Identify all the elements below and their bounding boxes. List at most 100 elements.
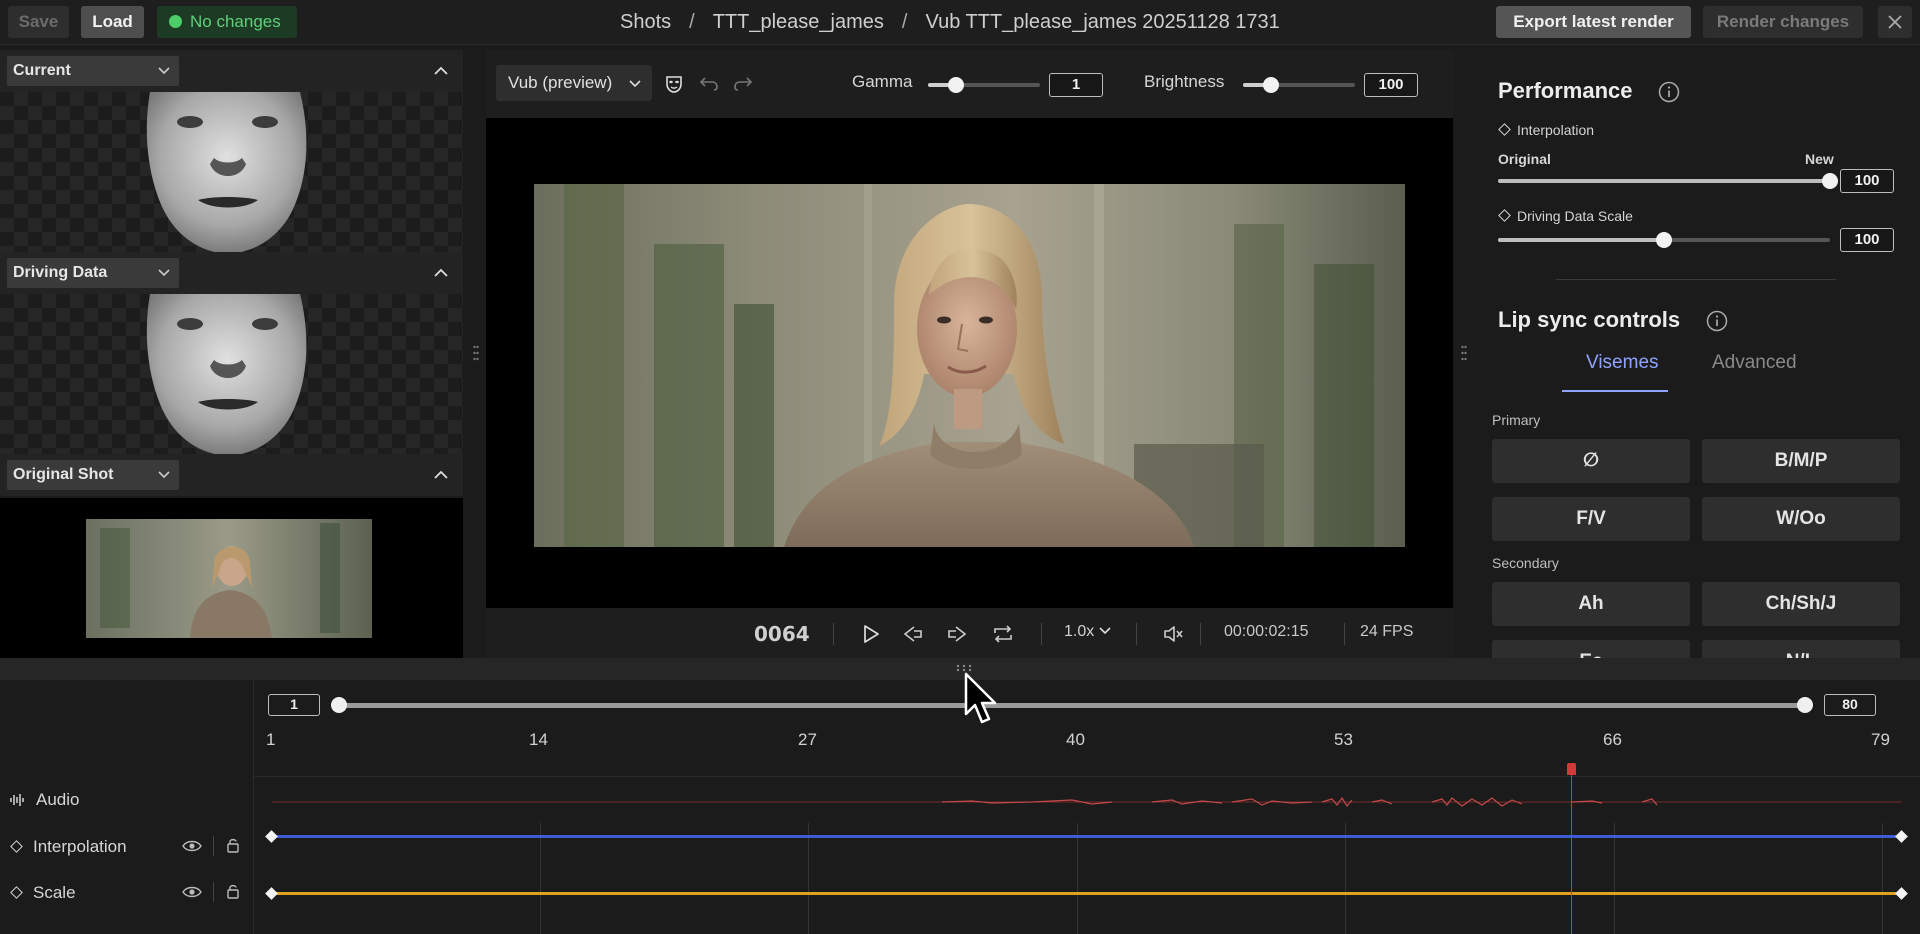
playhead[interactable] bbox=[1571, 770, 1572, 934]
info-icon[interactable] bbox=[1658, 81, 1680, 103]
brightness-slider-handle[interactable] bbox=[1263, 77, 1279, 93]
lock-icon[interactable] bbox=[226, 883, 240, 899]
keyframe-diamond-icon[interactable] bbox=[1895, 830, 1908, 843]
breadcrumb-project[interactable]: TTT_please_james bbox=[713, 11, 884, 33]
volume-icon[interactable] bbox=[1162, 623, 1186, 645]
right-splitter[interactable] bbox=[1454, 50, 1474, 658]
range-slider-track[interactable] bbox=[338, 703, 1804, 708]
brightness-slider[interactable] bbox=[1243, 77, 1355, 93]
range-end-input[interactable]: 80 bbox=[1824, 694, 1876, 716]
interpolation-slider-handle[interactable] bbox=[1822, 173, 1838, 189]
viseme-button-woo[interactable]: W/Oo bbox=[1702, 497, 1900, 541]
play-icon[interactable] bbox=[861, 623, 881, 645]
timeline-splitter[interactable] bbox=[0, 658, 1920, 680]
chevron-down-icon bbox=[158, 67, 170, 75]
grid-line bbox=[540, 823, 541, 934]
chevron-down-icon bbox=[158, 269, 170, 277]
keyframe-diamond-icon[interactable] bbox=[10, 886, 23, 899]
left-splitter[interactable] bbox=[466, 50, 486, 658]
playback-speed-select[interactable]: 1.0x bbox=[1064, 623, 1111, 641]
ruler-label: 1 bbox=[266, 730, 276, 749]
current-face-preview bbox=[0, 92, 463, 252]
range-start-handle[interactable] bbox=[331, 697, 347, 713]
pane-select-current[interactable]: Current bbox=[7, 56, 179, 86]
lock-icon[interactable] bbox=[226, 837, 240, 853]
audio-waveform[interactable] bbox=[272, 790, 1902, 814]
step-back-icon[interactable] bbox=[900, 623, 924, 645]
breadcrumb-shots[interactable]: Shots bbox=[620, 11, 671, 33]
driving-data-scale-slider-handle[interactable] bbox=[1656, 232, 1672, 248]
driving-data-face-preview bbox=[0, 294, 463, 454]
viseme-button-ah[interactable]: Ah bbox=[1492, 582, 1690, 626]
keyframe-diamond-icon[interactable] bbox=[1498, 123, 1511, 136]
playback-speed-label: 1.0x bbox=[1064, 623, 1095, 640]
model-select[interactable]: Vub (preview) bbox=[496, 65, 652, 101]
viewer-toolbar: Vub (preview) Gamma 1 Brightness 100 bbox=[486, 50, 1453, 118]
driving-data-scale-input[interactable]: 100 bbox=[1840, 228, 1894, 252]
step-forward-icon[interactable] bbox=[946, 623, 970, 645]
interpolation-slider[interactable] bbox=[1498, 173, 1838, 189]
reference-panel: Current Driving Data Original Shot bbox=[0, 50, 463, 658]
viseme-button-fv[interactable]: F/V bbox=[1492, 497, 1690, 541]
interpolation-input[interactable]: 100 bbox=[1840, 169, 1894, 193]
gamma-slider-handle[interactable] bbox=[948, 77, 964, 93]
load-button[interactable]: Load bbox=[81, 6, 144, 38]
pane-select-driving-data[interactable]: Driving Data bbox=[7, 258, 179, 288]
grid-line bbox=[1882, 823, 1883, 934]
divider bbox=[1041, 623, 1042, 645]
viseme-button-ee[interactable]: Ee bbox=[1492, 640, 1690, 658]
track-name-scale: Scale bbox=[33, 883, 76, 902]
gamma-slider[interactable] bbox=[928, 77, 1040, 93]
export-latest-render-button[interactable]: Export latest render bbox=[1496, 6, 1691, 38]
loop-icon[interactable] bbox=[991, 623, 1015, 645]
range-start-input[interactable]: 1 bbox=[268, 694, 320, 716]
tab-visemes[interactable]: Visemes bbox=[1586, 352, 1659, 374]
close-button[interactable] bbox=[1878, 6, 1912, 38]
chevron-up-icon[interactable] bbox=[433, 265, 449, 281]
ruler-label: 79 bbox=[1871, 730, 1890, 749]
eye-icon[interactable] bbox=[182, 885, 202, 899]
render-changes-button[interactable]: Render changes bbox=[1703, 6, 1863, 38]
redo-icon[interactable] bbox=[732, 74, 754, 92]
keyframe-diamond-icon[interactable] bbox=[1895, 887, 1908, 900]
ruler-label: 53 bbox=[1334, 730, 1353, 749]
driving-data-scale-param[interactable]: Driving Data Scale bbox=[1498, 208, 1633, 224]
keyframe-diamond-icon[interactable] bbox=[10, 840, 23, 853]
keyframe-diamond-icon[interactable] bbox=[1498, 209, 1511, 222]
divider bbox=[833, 623, 834, 645]
keyframe-diamond-icon[interactable] bbox=[265, 887, 278, 900]
chevron-up-icon[interactable] bbox=[433, 63, 449, 79]
chevron-up-icon[interactable] bbox=[433, 467, 449, 483]
info-icon[interactable] bbox=[1706, 310, 1728, 332]
pane-select-label: Current bbox=[13, 62, 71, 79]
video-frame bbox=[534, 184, 1405, 547]
eye-icon[interactable] bbox=[182, 839, 202, 853]
divider bbox=[213, 882, 214, 902]
driving-data-scale-slider[interactable] bbox=[1498, 232, 1830, 248]
scale-curve[interactable] bbox=[272, 892, 1902, 895]
drag-handle-icon bbox=[473, 345, 479, 361]
video-still bbox=[534, 184, 1405, 547]
grid-line bbox=[1614, 823, 1615, 934]
viseme-button-neutral[interactable]: ∅ bbox=[1492, 439, 1690, 483]
keyframe-diamond-icon[interactable] bbox=[265, 830, 278, 843]
interpolation-param[interactable]: Interpolation bbox=[1498, 122, 1594, 138]
transport-bar: 0064 1.0x 00:00:02:15 24 FPS bbox=[486, 608, 1453, 658]
tab-advanced[interactable]: Advanced bbox=[1712, 352, 1797, 374]
undo-icon[interactable] bbox=[698, 74, 720, 92]
range-end-handle[interactable] bbox=[1797, 697, 1813, 713]
ruler-label: 66 bbox=[1603, 730, 1622, 749]
pane-header-original-shot: Original Shot bbox=[0, 454, 463, 496]
save-button[interactable]: Save bbox=[8, 6, 69, 38]
viseme-button-nl[interactable]: N/L bbox=[1702, 640, 1900, 658]
lip-sync-title: Lip sync controls bbox=[1498, 307, 1681, 332]
interpolation-curve[interactable] bbox=[272, 835, 1902, 838]
brightness-input[interactable]: 100 bbox=[1364, 73, 1418, 97]
face-mesh-current bbox=[146, 92, 307, 252]
gamma-input[interactable]: 1 bbox=[1049, 73, 1103, 97]
pane-select-original-shot[interactable]: Original Shot bbox=[7, 460, 179, 490]
viseme-button-bmp[interactable]: B/M/P bbox=[1702, 439, 1900, 483]
status-label: No changes bbox=[190, 12, 281, 31]
viseme-button-chshj[interactable]: Ch/Sh/J bbox=[1702, 582, 1900, 626]
mask-icon[interactable] bbox=[664, 74, 684, 94]
